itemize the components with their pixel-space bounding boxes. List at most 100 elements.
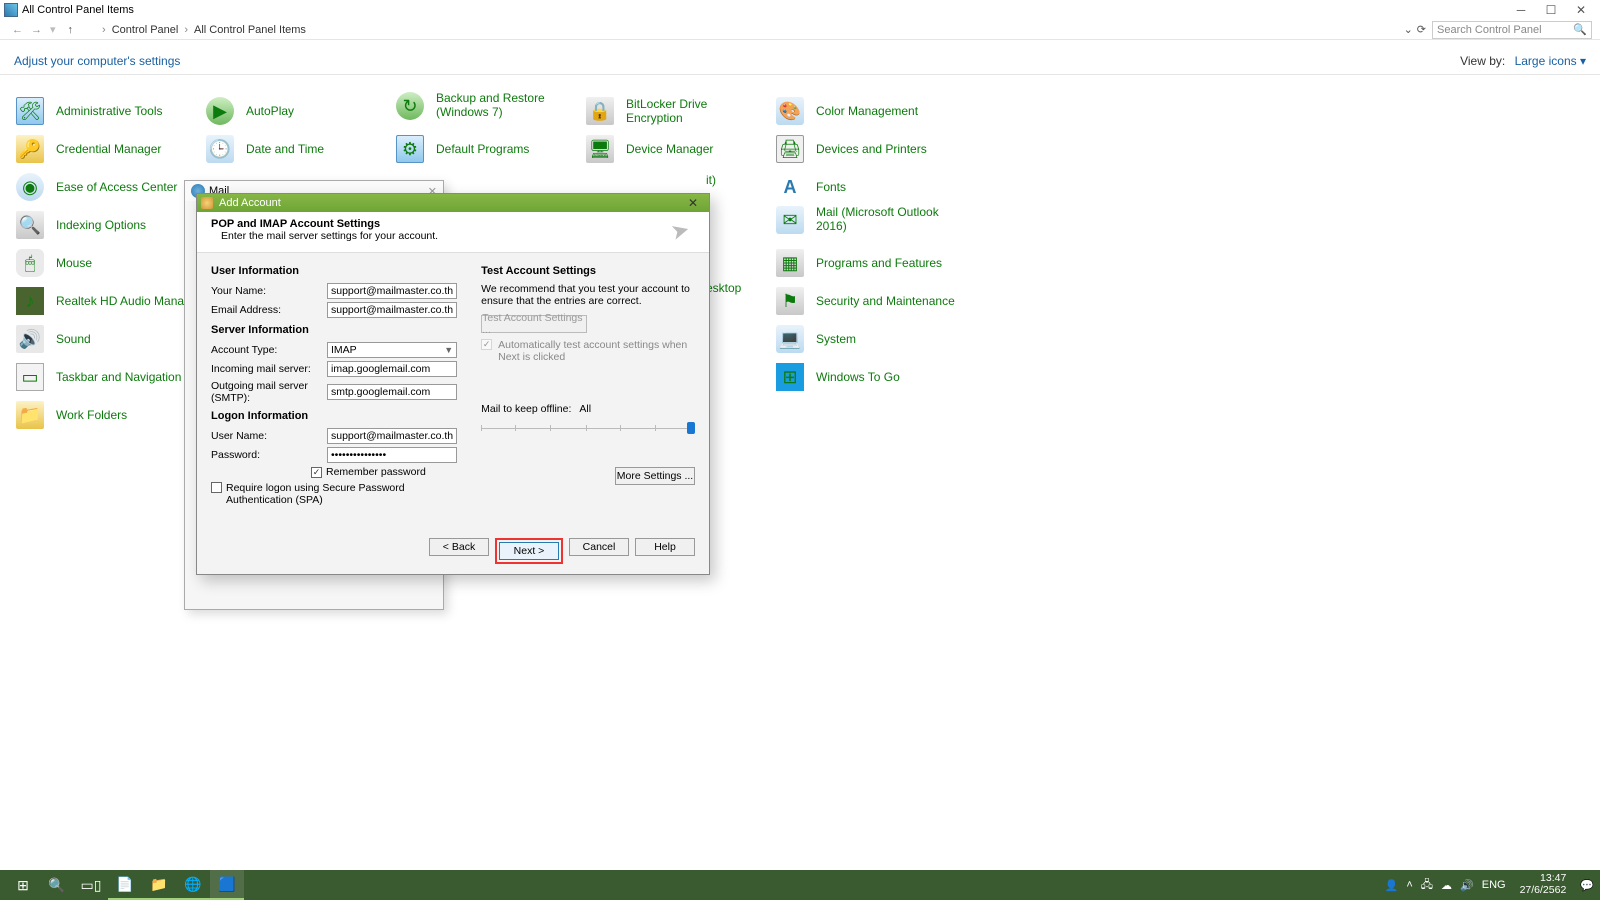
maximize-button[interactable]: ☐ [1536, 1, 1566, 19]
network-icon[interactable]: 🖧 [1421, 876, 1433, 895]
color-icon: 🎨 [776, 97, 804, 125]
mail-offline-slider[interactable] [481, 419, 691, 437]
chevron-down-icon: ▼ [444, 345, 453, 355]
cp-item-partial[interactable]: it) [706, 173, 746, 187]
cancel-button[interactable]: Cancel [569, 538, 629, 556]
cp-item-credential[interactable]: 🔑Credential Manager [16, 135, 196, 163]
cp-item-admin-tools[interactable]: 🛠Administrative Tools [16, 97, 196, 125]
cp-item-work-folders[interactable]: 📁Work Folders [16, 401, 196, 429]
remember-password-checkbox[interactable]: Remember password [311, 466, 457, 478]
programs-icon: ▦ [776, 249, 804, 277]
taskbar-file-explorer[interactable]: 📁 [142, 870, 176, 900]
taskbar-chrome[interactable]: 🌐 [176, 870, 210, 900]
cp-item-mail[interactable]: ✉Mail (Microsoft Outlook 2016) [776, 205, 956, 234]
cp-item-realtek[interactable]: ♪Realtek HD Audio Manager [16, 287, 206, 315]
cp-item-mouse[interactable]: 🖱Mouse [16, 249, 196, 277]
view-by-selector[interactable]: View by: Large icons ▾ [1460, 54, 1586, 68]
cp-item-color[interactable]: 🎨Color Management [776, 97, 956, 125]
indexing-icon: 🔍 [16, 211, 44, 239]
language-indicator[interactable]: ENG [1482, 879, 1506, 891]
more-settings-button[interactable]: More Settings ... [615, 467, 695, 485]
task-view-button[interactable]: ▭▯ [74, 870, 108, 900]
window-title: All Control Panel Items [22, 4, 134, 16]
taskbar-control-panel[interactable]: 🟦 [210, 870, 244, 900]
search-input[interactable]: Search Control Panel 🔍 [1432, 21, 1592, 39]
section-user-info: User Information [211, 265, 457, 277]
cp-item-windows-to-go[interactable]: ⊞Windows To Go [776, 363, 956, 391]
tray-chevron-icon[interactable]: ˄ [1406, 879, 1412, 891]
spa-checkbox[interactable]: Require logon using Secure Password Auth… [211, 482, 457, 506]
slider-thumb[interactable] [687, 422, 695, 434]
breadcrumb[interactable]: › Control Panel › All Control Panel Item… [102, 24, 306, 36]
system-tray[interactable]: 👤 ˄ 🖧 ☁ 🔊 ENG 13:47 27/6/2562 💬 [1385, 873, 1594, 896]
nav-forward-icon[interactable]: → [31, 24, 42, 36]
admin-tools-icon: 🛠 [16, 97, 44, 125]
search-button[interactable]: 🔍 [40, 870, 74, 900]
volume-icon[interactable]: 🔊 [1460, 879, 1474, 892]
test-description: We recommend that you test your account … [481, 283, 695, 307]
dialog-close-button[interactable]: ✕ [681, 196, 705, 210]
breadcrumb-icon [83, 23, 96, 36]
outgoing-server-input[interactable]: smtp.googlemail.com [327, 384, 457, 400]
fonts-icon: A [776, 173, 804, 201]
cp-item-system[interactable]: 💻System [776, 325, 956, 353]
start-button[interactable]: ⊞ [6, 870, 40, 900]
taskbar: ⊞ 🔍 ▭▯ 📄 📁 🌐 🟦 👤 ˄ 🖧 ☁ 🔊 ENG 13:47 27/6/… [0, 870, 1600, 900]
cp-item-backup[interactable]: ↻Backup and Restore (Windows 7) [396, 91, 576, 120]
refresh-icon[interactable]: ⟳ [1417, 23, 1426, 36]
cursor-decoration-icon: ➤ [668, 216, 693, 246]
your-name-input[interactable]: support@mailmaster.co.th [327, 283, 457, 299]
cp-item-security[interactable]: ⚑Security and Maintenance [776, 287, 956, 315]
cp-item-fonts[interactable]: AFonts [776, 173, 956, 201]
bitlocker-icon: 🔒 [586, 97, 614, 125]
cp-item-date-time[interactable]: 🕒Date and Time [206, 135, 386, 163]
taskbar-app-1[interactable]: 📄 [108, 870, 142, 900]
help-button[interactable]: Help [635, 538, 695, 556]
nav-back-icon[interactable]: ← [12, 24, 23, 36]
chevron-down-icon: ▾ [1580, 54, 1586, 68]
breadcrumb-item[interactable]: Control Panel [112, 24, 179, 36]
cp-item-sound[interactable]: 🔊Sound [16, 325, 196, 353]
cp-item-devices-printers[interactable]: 🖨Devices and Printers [776, 135, 956, 163]
account-type-select[interactable]: IMAP▼ [327, 342, 457, 358]
speaker-icon: 🔊 [16, 325, 44, 353]
credential-icon: 🔑 [16, 135, 44, 163]
ease-of-access-icon: ◉ [16, 173, 44, 201]
username-input[interactable]: support@mailmaster.co.th [327, 428, 457, 444]
cp-item-ease-of-access[interactable]: ◉Ease of Access Center [16, 173, 196, 201]
dialog-subheading: Enter the mail server settings for your … [221, 230, 438, 242]
breadcrumb-dropdown-icon[interactable]: ⌄ [1404, 23, 1413, 36]
flag-icon: ⚑ [776, 287, 804, 315]
cp-item-default-programs[interactable]: ⚙Default Programs [396, 135, 576, 163]
cp-item-taskbar[interactable]: ▭Taskbar and Navigation [16, 363, 196, 391]
onedrive-icon[interactable]: ☁ [1441, 879, 1452, 892]
cp-item-indexing[interactable]: 🔍Indexing Options [16, 211, 196, 239]
next-button[interactable]: Next > [499, 542, 559, 560]
navigation-bar: ← → ▾ ↑ › Control Panel › All Control Pa… [0, 20, 1600, 40]
people-icon[interactable]: 👤 [1385, 879, 1399, 892]
page-title: Adjust your computer's settings [14, 54, 180, 68]
incoming-server-input[interactable]: imap.googlemail.com [327, 361, 457, 377]
dialog-header: POP and IMAP Account Settings Enter the … [197, 212, 709, 253]
cp-item-device-manager[interactable]: 🖥Device Manager [586, 135, 766, 163]
nav-recent-icon[interactable]: ▾ [50, 23, 56, 36]
cp-item-partial-2[interactable]: esktop [706, 281, 766, 295]
clock[interactable]: 13:47 27/6/2562 [1520, 873, 1567, 896]
section-logon-info: Logon Information [211, 410, 457, 422]
password-input[interactable]: ••••••••••••••• [327, 447, 457, 463]
notifications-icon[interactable]: 💬 [1580, 879, 1594, 892]
next-button-highlight: Next > [495, 538, 563, 564]
cp-item-programs[interactable]: ▦Programs and Features [776, 249, 956, 277]
email-input[interactable]: support@mailmaster.co.th [327, 302, 457, 318]
breadcrumb-item[interactable]: All Control Panel Items [194, 24, 306, 36]
window-titlebar: All Control Panel Items ─ ☐ ✕ [0, 0, 1600, 20]
minimize-button[interactable]: ─ [1506, 1, 1536, 19]
back-button[interactable]: < Back [429, 538, 489, 556]
search-placeholder: Search Control Panel [1437, 24, 1542, 36]
add-account-dialog: Add Account ✕ POP and IMAP Account Setti… [196, 193, 710, 575]
auto-test-checkbox: Automatically test account settings when… [481, 339, 695, 363]
close-button[interactable]: ✕ [1566, 1, 1596, 19]
nav-up-icon[interactable]: ↑ [68, 24, 74, 36]
cp-item-autoplay[interactable]: ▶AutoPlay [206, 97, 386, 125]
cp-item-bitlocker[interactable]: 🔒BitLocker Drive Encryption [586, 97, 766, 125]
